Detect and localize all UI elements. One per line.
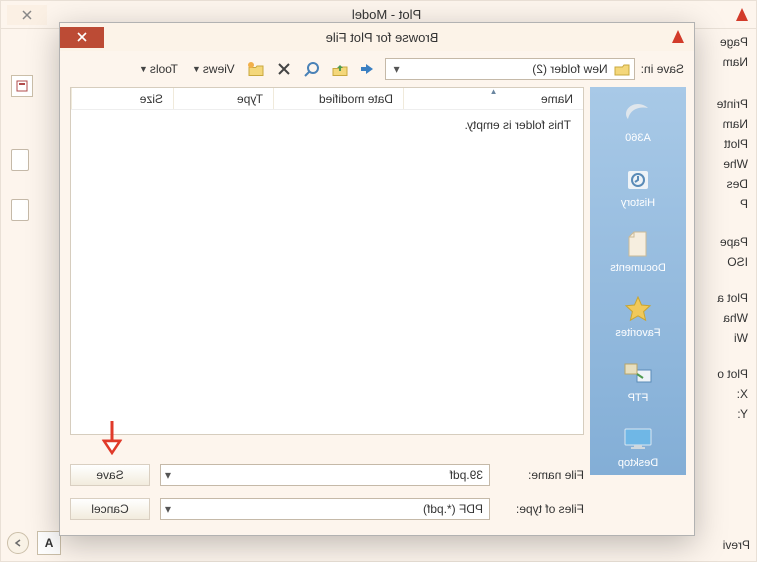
bg-label: Des [708,177,748,191]
bg-label: Page [708,35,748,49]
views-dropdown[interactable]: Views ▼ [188,62,239,76]
favorites-icon [620,294,656,324]
bg-label: Plot a [708,291,748,305]
tools-label: Tools [150,62,178,76]
views-label: Views [203,62,235,76]
places-bar: A360 History Documents Favorites FTP Des… [590,87,686,475]
chevron-down-icon: ▼ [139,64,148,74]
autocad-icon [670,29,686,45]
place-favorites[interactable]: Favorites [615,294,660,339]
documents-icon [620,229,656,259]
delete-button[interactable] [273,58,295,80]
plot-title: Plot - Model [47,7,726,22]
place-ftp[interactable]: FTP [620,359,656,404]
bg-dropdown[interactable] [11,199,29,221]
col-size-label: Size [140,92,163,106]
file-list-pane[interactable]: ▲ Name Date modified Type Size This fold… [70,87,584,435]
new-folder-button[interactable] [245,58,267,80]
search-web-button[interactable] [301,58,323,80]
bg-label: Y: [708,407,748,421]
place-documents[interactable]: Documents [610,229,666,274]
back-button[interactable] [357,58,379,80]
place-label: Desktop [618,457,658,469]
preview-icon-button[interactable]: A [37,531,61,555]
cancel-button-label: Cancel [91,502,128,516]
bg-label: ISO [708,255,748,269]
browse-titlebar: Browse for Plot File [60,23,694,51]
tools-dropdown[interactable]: Tools ▼ [135,62,182,76]
cancel-button[interactable]: Cancel [70,498,150,520]
browse-dialog: Browse for Plot File Save in: New folder… [59,22,695,536]
bg-label: Pape [708,235,748,249]
place-label: Documents [610,262,666,274]
place-label: FTP [628,392,649,404]
a360-icon [620,99,656,129]
place-label: History [621,197,655,209]
bg-label: Wha [708,311,748,325]
browse-title: Browse for Plot File [104,30,660,45]
file-type-select[interactable]: PDF (*.pdf) ▾ [160,498,490,520]
place-label: A360 [625,132,651,144]
bg-label: Nam [708,55,748,69]
bg-label: Whe [708,157,748,171]
bg-dropdown[interactable] [11,149,29,171]
autocad-icon [734,7,750,23]
col-size[interactable]: Size [71,88,173,109]
place-label: Favorites [615,327,660,339]
browse-close-button[interactable] [60,27,104,48]
col-date-label: Date modified [319,92,393,106]
save-in-combo[interactable]: New folder (2) ▾ [385,58,635,80]
col-type[interactable]: Type [173,88,273,109]
annotation-arrow [100,419,124,453]
bg-label: Nam [708,117,748,131]
save-in-label: Save in: [641,62,684,76]
browse-bottom-fields: File name: 39.pdf ▾ Save Files of type: … [70,461,584,525]
place-desktop[interactable]: Desktop [618,424,658,469]
up-one-level-button[interactable] [329,58,351,80]
chevron-down-icon: ▼ [192,64,201,74]
chevron-down-icon: ▾ [161,502,175,516]
col-name-label: Name [541,92,573,106]
save-in-value: New folder (2) [410,62,608,76]
bg-label: Plot o [708,367,748,381]
file-name-label: File name: [500,468,584,482]
preview-label: Previ [723,538,750,552]
file-type-label: Files of type: [500,502,584,516]
bg-label: Printe [708,97,748,111]
more-options-button[interactable] [7,532,29,554]
save-button[interactable]: Save [70,464,150,486]
place-a360[interactable]: A360 [620,99,656,144]
bg-label: P [708,197,748,211]
col-name[interactable]: ▲ Name [403,88,583,109]
plot-bottom-strip: Previ [7,535,750,555]
history-icon [620,164,656,194]
folder-icon [614,62,630,76]
file-name-input[interactable]: 39.pdf ▾ [160,464,490,486]
save-button-label: Save [96,468,123,482]
plot-left-labels: Page Nam Printe Nam Plott Whe Des P Pape… [708,35,748,421]
bg-label: X: [708,387,748,401]
col-type-label: Type [237,92,263,106]
bg-label: Plott [708,137,748,151]
chevron-down-icon: ▾ [390,62,404,76]
page-setup-icon[interactable] [11,75,33,97]
chevron-down-icon: ▾ [161,468,175,482]
file-name-value: 39.pdf [175,468,489,482]
desktop-icon [620,424,656,454]
plot-close-button[interactable] [7,5,47,25]
file-type-value: PDF (*.pdf) [175,502,489,516]
empty-folder-message: This folder is empty. [71,110,583,140]
place-history[interactable]: History [620,164,656,209]
browse-toolbar: Save in: New folder (2) ▾ Views ▼ Too [60,51,694,87]
file-list-header: ▲ Name Date modified Type Size [71,88,583,110]
ftp-icon [620,359,656,389]
sort-asc-icon: ▲ [490,87,498,96]
bg-label: Wi [708,331,748,345]
col-date[interactable]: Date modified [273,88,403,109]
